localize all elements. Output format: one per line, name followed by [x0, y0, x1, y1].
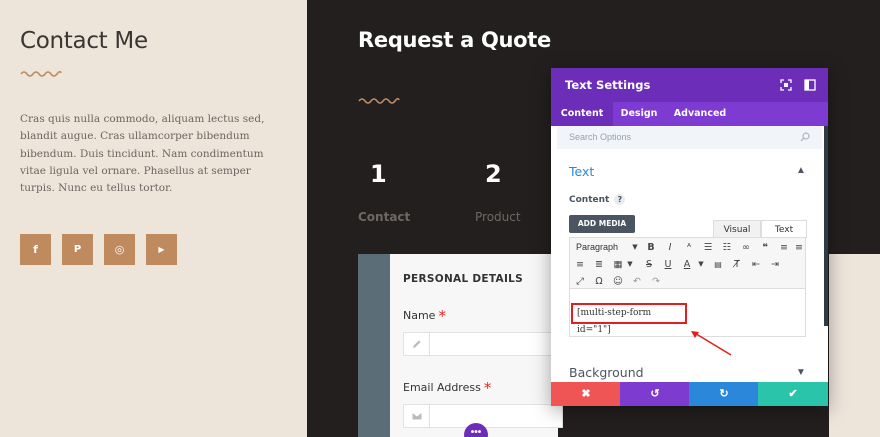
required-asterisk: * [483, 379, 492, 397]
close-icon: ✖ [581, 388, 591, 400]
strikethrough-icon[interactable]: S [642, 256, 656, 273]
email-label: Email Address * [403, 379, 491, 397]
bold-icon[interactable]: B [644, 239, 658, 256]
sidebar-toggle-icon[interactable] [804, 79, 816, 91]
chevron-down-icon: ▼ [627, 260, 633, 268]
pinterest-button[interactable]: P [62, 234, 93, 265]
chevron-down-icon: ▼ [632, 243, 638, 251]
save-button[interactable]: ✔ [758, 382, 828, 406]
redo-button[interactable]: ↻ [689, 382, 759, 406]
step-2-number: 2 [485, 160, 502, 188]
italic-icon[interactable]: I [663, 239, 677, 256]
redo-icon[interactable]: ↷ [649, 273, 663, 290]
contact-column: Contact Me Cras quis nulla commodo, aliq… [0, 0, 307, 437]
background-strip [829, 254, 880, 437]
contact-paragraph: Cras quis nulla commodo, aliquam lectus … [20, 113, 265, 195]
editor-tab-visual[interactable]: Visual [713, 220, 761, 238]
background-section-title[interactable]: Background [569, 365, 644, 380]
email-label-text: Email Address [403, 381, 481, 394]
step-1-number: 1 [370, 160, 387, 188]
special-char-icon[interactable]: Ω [592, 273, 606, 290]
content-label-text: Content [569, 195, 610, 205]
undo-button[interactable]: ↺ [620, 382, 690, 406]
modal-footer: ✖ ↺ ↻ ✔ [551, 382, 828, 406]
editor-tab-text[interactable]: Text [761, 220, 807, 238]
text-settings-modal: Text Settings Content Design Advanced Se… [551, 68, 828, 406]
search-options-input[interactable]: Search Options [557, 126, 822, 149]
step-1-label[interactable]: Contact [358, 210, 410, 224]
align-center-icon[interactable]: ≡ [792, 239, 806, 256]
blockquote-icon[interactable]: ❝ [758, 239, 772, 256]
underline-icon[interactable]: U [661, 256, 675, 273]
redo-icon: ↻ [719, 388, 729, 400]
justify-icon[interactable]: ≣ [592, 256, 606, 273]
form-side-bar [358, 254, 390, 437]
name-label-text: Name [403, 309, 436, 322]
undo-icon: ↺ [650, 388, 660, 400]
text-section-title[interactable]: Text [569, 164, 594, 179]
facebook-button[interactable]: f [20, 234, 51, 265]
undo-icon[interactable]: ↶ [630, 273, 644, 290]
outdent-icon[interactable]: ⇤ [749, 256, 763, 273]
name-label: Name * [403, 307, 446, 325]
modal-header: Text Settings [551, 68, 828, 102]
editor-toolbar: Paragraph ▼ B I ᴬ ☰ ☷ ∞ ❝ ≡ ≡ ≡ ≣ ▦ ▼ S … [569, 237, 806, 289]
content-label: Content? [569, 194, 626, 205]
facebook-icon: f [33, 243, 38, 256]
search-placeholder: Search Options [569, 132, 632, 142]
tab-content[interactable]: Content [551, 102, 613, 126]
tab-advanced[interactable]: Advanced [667, 102, 733, 126]
personal-details-form: PERSONAL DETAILS Name * Email Address * [358, 254, 563, 437]
paste-text-icon[interactable]: ▤ [711, 256, 725, 273]
align-right-icon[interactable]: ≡ [573, 256, 587, 273]
checkmark-icon: ✔ [788, 388, 798, 400]
toolbar-row-3: ⤢ Ω ☺ ↶ ↷ [570, 273, 807, 290]
form-section-title: PERSONAL DETAILS [403, 273, 524, 285]
clear-format-icon[interactable]: T̸ [730, 256, 744, 273]
modal-scrollbar[interactable] [824, 126, 828, 326]
indent-icon[interactable]: ⇥ [768, 256, 782, 273]
pencil-icon [404, 333, 430, 355]
annotation-arrow [691, 331, 732, 356]
required-asterisk: * [438, 307, 446, 325]
chevron-up-icon[interactable]: ▲ [796, 165, 806, 176]
fullscreen-icon[interactable]: ⤢ [573, 273, 587, 290]
chevron-down-icon[interactable]: ▼ [796, 367, 806, 378]
emoji-icon[interactable]: ☺ [611, 273, 625, 290]
contact-title: Contact Me [20, 28, 148, 54]
chevron-down-icon: ▼ [698, 260, 704, 268]
bullet-list-icon[interactable]: ☰ [701, 239, 715, 256]
help-icon[interactable]: ? [614, 194, 626, 205]
step-2-label[interactable]: Product [475, 210, 521, 224]
align-left-icon[interactable]: ≡ [777, 239, 791, 256]
instagram-button[interactable]: ◎ [104, 234, 135, 265]
contact-squiggle-divider [20, 70, 62, 77]
expand-icon[interactable] [780, 79, 792, 91]
link-icon[interactable]: ∞ [739, 239, 753, 256]
add-media-button[interactable]: ADD MEDIA [569, 215, 635, 233]
instagram-icon: ◎ [114, 244, 125, 256]
toolbar-row-2: ≡ ≣ ▦ ▼ S U A ▼ ▤ T̸ ⇤ ⇥ [570, 256, 807, 273]
numbered-list-icon[interactable]: ☷ [720, 239, 734, 256]
text-color-icon[interactable]: A [680, 256, 694, 273]
envelope-icon [404, 405, 430, 427]
paragraph-select[interactable]: Paragraph [576, 239, 618, 256]
name-field[interactable] [403, 332, 563, 356]
cancel-button[interactable]: ✖ [551, 382, 621, 406]
shortcode-text[interactable]: [multi-step-form id="1"] [571, 303, 687, 335]
quote-title: Request a Quote [358, 28, 551, 52]
modal-tabs: Content Design Advanced [551, 102, 828, 126]
toolbar-row-1: Paragraph ▼ B I ᴬ ☰ ☷ ∞ ❝ ≡ ≡ [570, 239, 807, 256]
modal-title: Text Settings [565, 78, 651, 92]
youtube-icon: ▶ [158, 245, 165, 254]
strikethrough-icon[interactable]: ᴬ [682, 239, 696, 256]
tab-design[interactable]: Design [613, 102, 665, 126]
search-icon [800, 132, 810, 142]
youtube-button[interactable]: ▶ [146, 234, 177, 265]
pinterest-icon: P [73, 244, 82, 255]
quote-squiggle-divider [358, 97, 400, 104]
